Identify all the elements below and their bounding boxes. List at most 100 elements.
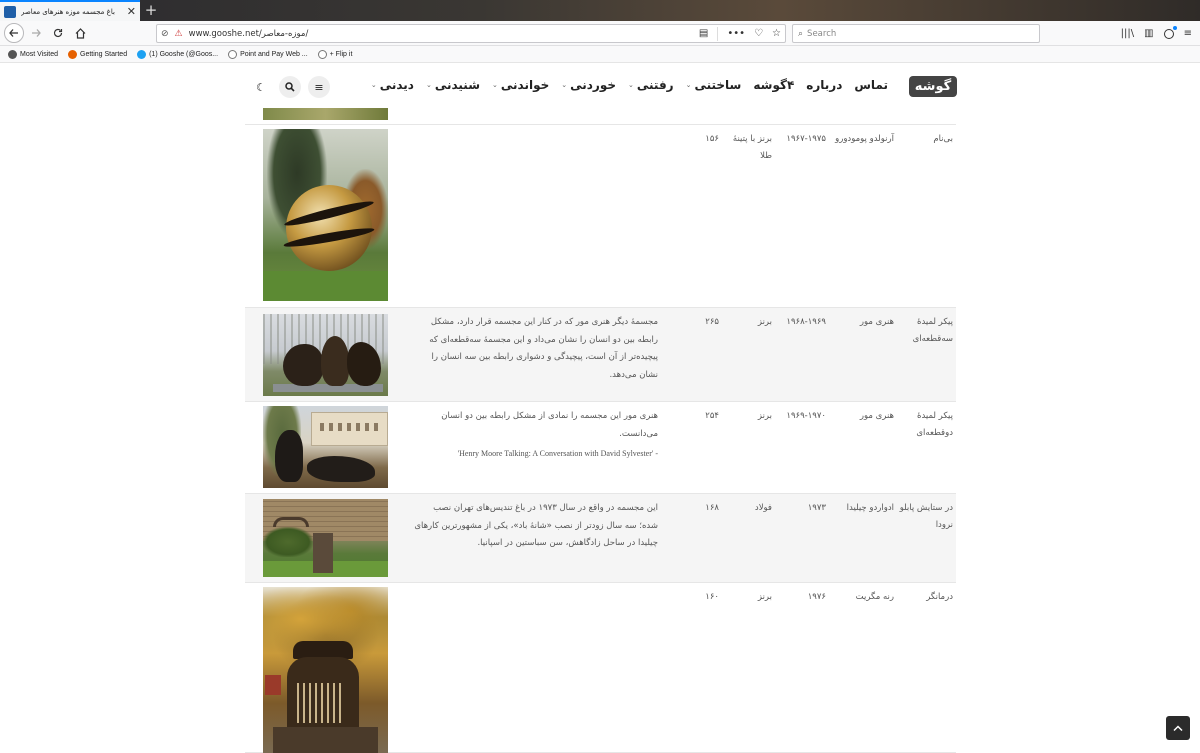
bookmark-point-and-pay[interactable]: Point and Pay Web ... (228, 49, 308, 59)
description: این مجسمه در واقع در سال ۱۹۷۳ در باغ تند… (414, 503, 658, 548)
nav-label: خواندنی (500, 78, 550, 92)
sculpture-name: پیکر لمیدهٔ دوقطعه‌ای (916, 411, 953, 438)
active-tab[interactable]: باغ مجسمه موزه هنرهای معاصر ✕ (0, 0, 140, 21)
chevron-down-icon: ⌄ (685, 81, 692, 89)
reload-button[interactable] (48, 23, 68, 43)
chevron-up-icon (1173, 725, 1183, 732)
bookmarks-toolbar: Most Visited Getting Started (1) Gooshe … (0, 46, 1200, 63)
bookmark-label: Getting Started (80, 50, 128, 58)
header-icons: ☾ ≡ (250, 76, 330, 98)
sculpture-image-sphere[interactable] (263, 129, 388, 301)
artist-name: رنه مگریت (855, 592, 894, 602)
reload-icon (53, 28, 63, 38)
sculpture-image-three-piece[interactable] (263, 314, 388, 396)
nav-item-raftani[interactable]: رفتنی ⌄ (628, 78, 674, 92)
nav-item-khordani[interactable]: خوردنی ⌄ (561, 78, 616, 92)
sculpture-image-two-piece[interactable] (263, 406, 388, 488)
site-favicon-icon (4, 5, 16, 18)
artist-name: هنری مور (859, 317, 894, 327)
sculpture-name: بی‌نام (933, 134, 953, 144)
bookmark-getting-started[interactable]: Getting Started (68, 49, 128, 59)
sidebar-icon[interactable]: ▥ (1144, 28, 1153, 39)
material: برنز با پتینهٔ طلا (732, 134, 772, 161)
table-row: در ستایش پابلو نرودا ادواردو چیلیدا ۱۹۷۳… (245, 494, 956, 583)
material: برنز (757, 317, 772, 327)
site-logo[interactable]: گوشه (909, 76, 957, 97)
arrow-left-icon (9, 29, 18, 37)
nav-item-khandani[interactable]: خواندنی ⌄ (492, 78, 549, 92)
nav-label: شنیدنی (434, 78, 480, 92)
bookmark-flip-it[interactable]: + Flip it (317, 49, 353, 59)
page-actions-icon[interactable]: ••• (727, 28, 745, 39)
twitter-icon (137, 49, 147, 59)
chevron-down-icon: ⌄ (492, 81, 498, 89)
hamburger-menu-icon[interactable]: ≡ (308, 76, 330, 98)
sculpture-table: بی‌نام آرنولدو پومودورو ۱۹۶۷-۱۹۷۵ برنز ب… (245, 108, 956, 753)
insecure-lock-icon[interactable]: ⚠ (175, 29, 183, 39)
sculpture-image-therapist[interactable] (263, 587, 388, 753)
table-row-partial (245, 108, 956, 125)
artist-name: آرنولدو پومودورو (835, 134, 894, 144)
description-block: هنری مور این مجسمه را نمادی از مشکل رابط… (412, 408, 658, 463)
year: ۱۹۶۹-۱۹۷۰ (786, 411, 826, 421)
bookmark-gooshe-twitter[interactable]: (1) Gooshe (@Goos... (137, 49, 218, 59)
sculpture-name: در ستایش پابلو نرودا (899, 503, 953, 530)
nav-item-shenidani[interactable]: شنیدنی ⌄ (426, 78, 480, 92)
sculpture-image-chillida[interactable] (263, 499, 388, 577)
tab-strip: باغ مجسمه موزه هنرهای معاصر ✕ + (0, 0, 1200, 21)
search-icon: ⌕ (798, 28, 804, 39)
bookmark-label: Most Visited (20, 50, 58, 58)
reader-view-icon[interactable]: ▤ (699, 28, 708, 39)
table-row: بی‌نام آرنولدو پومودورو ۱۹۶۷-۱۹۷۵ برنز ب… (245, 125, 956, 308)
table-row: پیکر لمیدهٔ سه‌قطعه‌ای هنری مور ۱۹۶۸-۱۹۶… (245, 308, 956, 402)
url-text[interactable]: www.gooshe.net/موزه-معاصر/ (189, 29, 699, 39)
height: ۲۵۴ (705, 411, 719, 421)
chevron-down-icon: ⌄ (561, 81, 568, 89)
account-icon[interactable] (1163, 25, 1177, 39)
nav-label: خوردنی (570, 78, 617, 92)
thumbnail-partial (263, 108, 388, 120)
year: ۱۹۶۸-۱۹۶۹ (786, 317, 826, 327)
reference-citation: 'Henry Moore Talking: A Conversation wit… (457, 449, 658, 458)
globe-icon (317, 49, 327, 59)
forward-button[interactable] (26, 23, 46, 43)
pocket-icon[interactable]: ♡ (754, 28, 763, 39)
scroll-to-top-button[interactable] (1166, 716, 1190, 740)
year: ۱۹۷۳ (807, 503, 826, 513)
dark-mode-moon-icon[interactable]: ☾ (250, 76, 272, 98)
table-row: پیکر لمیدهٔ دوقطعه‌ای هنری مور ۱۹۶۹-۱۹۷۰… (245, 402, 956, 494)
home-button[interactable] (70, 23, 90, 43)
nav-item-contact[interactable]: تماس (854, 78, 888, 92)
nav-item-sakhtani[interactable]: ساختنی ⌄ (686, 78, 742, 92)
tracking-protection-icon[interactable]: ⊘ (161, 29, 169, 39)
nav-item-about[interactable]: درباره (806, 78, 842, 92)
search-icon[interactable] (279, 76, 301, 98)
nav-label: درباره (806, 78, 843, 92)
search-placeholder: Search (807, 28, 837, 39)
table-row: درمانگر رنه مگریت ۱۹۷۶ برنز ۱۶۰ (245, 583, 956, 753)
year: ۱۹۶۷-۱۹۷۵ (786, 134, 826, 144)
artist-name: هنری مور (859, 411, 894, 421)
tab-title: باغ مجسمه موزه هنرهای معاصر (21, 7, 115, 16)
back-button[interactable] (4, 23, 24, 43)
globe-icon (228, 49, 238, 59)
year: ۱۹۷۶ (807, 592, 826, 602)
bookmark-star-icon[interactable]: ☆ (772, 28, 781, 39)
bookmark-most-visited[interactable]: Most Visited (8, 49, 58, 59)
bookmark-label: + Flip it (329, 50, 353, 58)
menu-icon[interactable]: ≡ (1184, 28, 1192, 39)
nav-item-4gooshe[interactable]: ۴گوشه (753, 78, 794, 92)
address-bar[interactable]: ⊘ ⚠ www.gooshe.net/موزه-معاصر/ ▤ ••• ♡ ☆ (156, 24, 786, 43)
new-tab-button[interactable]: + (143, 1, 159, 20)
nav-label: رفتنی (636, 78, 674, 92)
library-icon[interactable]: |||\ (1121, 28, 1134, 39)
magnifier-icon (285, 82, 295, 92)
gear-icon (8, 49, 17, 59)
search-bar[interactable]: ⌕ Search (792, 24, 1040, 43)
close-tab-icon[interactable]: ✕ (127, 5, 136, 18)
home-icon (75, 27, 85, 39)
nav-item-didani[interactable]: دیدنی ⌄ (371, 78, 414, 92)
nav-label: ۴گوشه (753, 78, 795, 92)
height: ۱۶۸ (705, 503, 719, 513)
nav-label: ساختنی (694, 78, 742, 92)
